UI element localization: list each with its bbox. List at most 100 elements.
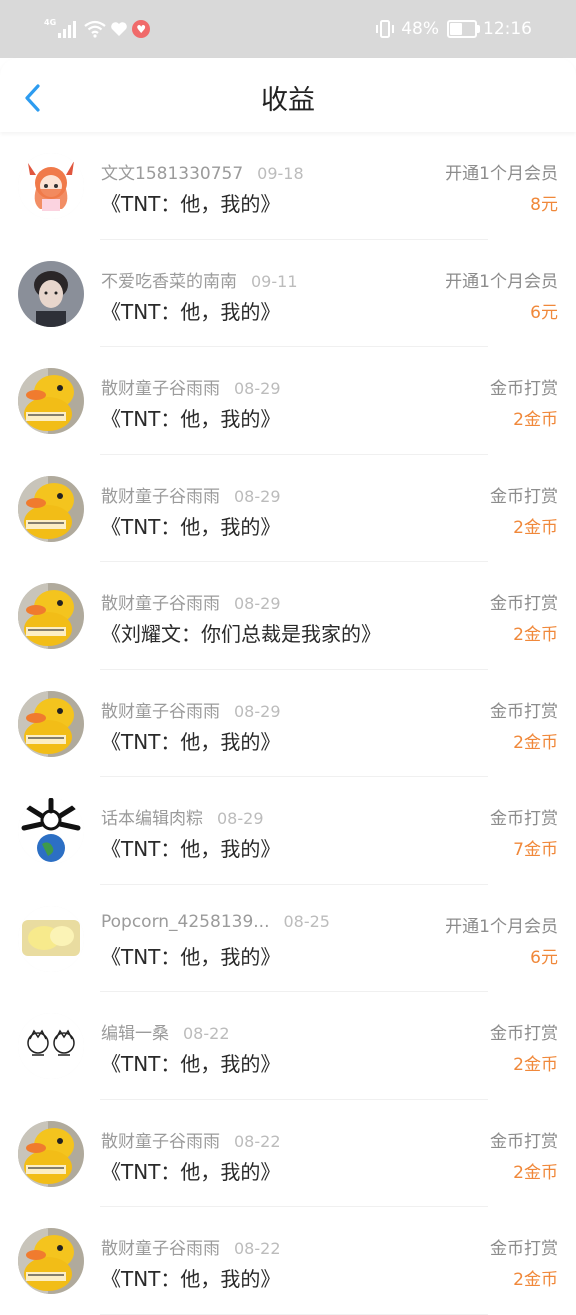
battery-level [450, 23, 463, 35]
signal-icon [58, 21, 77, 38]
work-title: 《刘耀文：你们总裁是我家的》 [101, 622, 381, 646]
earning-amount: 2金币 [513, 410, 558, 430]
earning-amount: 2金币 [513, 1270, 558, 1290]
earning-amount: 2金币 [513, 732, 558, 753]
earning-row[interactable]: 文文1581330757 09-18 《TNT：他，我的》 开通1个月会员 8元 [0, 132, 576, 240]
duck-avatar[interactable] [18, 1120, 84, 1187]
earning-amount: 8元 [530, 195, 558, 215]
user-name: 编辑一桑 08-22 [101, 1019, 230, 1044]
user-name-text: 散财童子谷雨雨 [101, 1239, 220, 1259]
notification-badge-icon: ♥ [132, 20, 151, 38]
earning-type: 金币打赏 [490, 486, 558, 507]
user-name-text: Popcorn_4258139... [101, 911, 270, 932]
anime-girl-avatar[interactable] [18, 153, 84, 219]
date-text: 09-18 [257, 164, 304, 183]
work-title: 《TNT：他，我的》 [101, 299, 281, 324]
earning-row[interactable]: 话本编辑肉粽 08-29 《TNT：他，我的》 金币打赏 7金币 [0, 777, 576, 885]
network-type: 4G [44, 17, 57, 27]
user-name-text: 散财童子谷雨雨 [101, 594, 220, 614]
earning-row[interactable]: Popcorn_4258139... 08-25 《TNT：他，我的》 开通1个月会员… [0, 885, 576, 993]
earning-amount: 2金币 [513, 1055, 558, 1075]
status-bar: 4G ♥ 48% 12:16 [0, 0, 576, 58]
health-icon [111, 22, 127, 36]
battery-percent: 48% [401, 19, 439, 39]
user-name: 散财童子谷雨雨 08-29 [101, 589, 281, 614]
status-left: 4G ♥ [44, 15, 151, 43]
earning-row[interactable]: 散财童子谷雨雨 08-22 《TNT：他，我的》 金币打赏 2金币 [0, 1207, 576, 1315]
date-text: 09-11 [251, 271, 298, 291]
earning-row[interactable]: 散财童子谷雨雨 08-29 《刘耀文：你们总裁是我家的》 金币打赏 2金币 [0, 562, 576, 670]
work-title: 《TNT：他，我的》 [101, 514, 281, 539]
user-name-text: 不爱吃香菜的南南 [101, 271, 237, 292]
duck-avatar[interactable] [18, 690, 84, 757]
user-name: 文文1581330757 09-18 [101, 159, 304, 184]
earning-type: 金币打赏 [490, 594, 558, 614]
earth-avatar[interactable] [18, 798, 84, 864]
date-text: 08-22 [234, 1239, 281, 1258]
user-name: Popcorn_4258139... 08-25 [101, 912, 330, 932]
user-name: 话本编辑肉粽 08-29 [101, 804, 264, 829]
date-text: 08-22 [183, 1024, 230, 1043]
date-text: 08-29 [234, 701, 281, 721]
user-name-text: 文文1581330757 [101, 164, 244, 184]
date-text: 08-29 [234, 486, 281, 506]
earning-amount: 7金币 [513, 840, 558, 860]
work-title: 《TNT：他，我的》 [101, 192, 281, 216]
vibrate-icon [376, 20, 395, 38]
earning-amount: 6元 [530, 947, 558, 968]
user-name-text: 话本编辑肉粽 [101, 809, 203, 829]
earning-row[interactable]: 散财童子谷雨雨 08-29 《TNT：他，我的》 金币打赏 2金币 [0, 347, 576, 455]
work-title: 《TNT：他，我的》 [101, 1159, 281, 1184]
earning-type: 金币打赏 [490, 1131, 558, 1152]
work-title: 《TNT：他，我的》 [101, 1052, 281, 1076]
user-name-text: 散财童子谷雨雨 [101, 379, 220, 399]
earning-type: 金币打赏 [490, 701, 558, 722]
duck-avatar[interactable] [18, 1228, 84, 1294]
work-title: 《TNT：他，我的》 [101, 837, 281, 861]
clock: 12:16 [483, 19, 532, 39]
photo-avatar[interactable] [18, 260, 84, 327]
earnings-list: 文文1581330757 09-18 《TNT：他，我的》 开通1个月会员 8元 不爱吃… [0, 132, 576, 1315]
earning-type: 开通1个月会员 [445, 916, 558, 937]
earning-row[interactable]: 散财童子谷雨雨 08-29 《TNT：他，我的》 金币打赏 2金币 [0, 670, 576, 778]
date-text: 08-29 [217, 809, 264, 828]
earning-type: 金币打赏 [490, 379, 558, 399]
work-title: 《TNT：他，我的》 [101, 407, 281, 431]
user-name: 散财童子谷雨雨 08-22 [101, 1127, 281, 1152]
earning-amount: 6元 [530, 302, 558, 323]
work-title: 《TNT：他，我的》 [101, 944, 281, 969]
earning-row[interactable]: 不爱吃香菜的南南 09-11 《TNT：他，我的》 开通1个月会员 6元 [0, 240, 576, 348]
earning-type: 金币打赏 [490, 1024, 558, 1044]
duck-avatar[interactable] [18, 475, 84, 542]
page-header: 收益 [0, 58, 576, 132]
earning-amount: 2金币 [513, 517, 558, 538]
earning-amount: 2金币 [513, 1162, 558, 1183]
user-name-text: 散财童子谷雨雨 [101, 701, 220, 722]
status-right: 48% 12:16 [375, 15, 532, 43]
battery-icon [447, 20, 480, 38]
user-name-text: 散财童子谷雨雨 [101, 486, 220, 507]
user-name: 散财童子谷雨雨 08-29 [101, 482, 281, 507]
popcorn-avatar[interactable] [18, 905, 84, 972]
date-text: 08-29 [234, 379, 281, 398]
earning-row[interactable]: 散财童子谷雨雨 08-29 《TNT：他，我的》 金币打赏 2金币 [0, 455, 576, 563]
earning-row[interactable]: 编辑一桑 08-22 《TNT：他，我的》 金币打赏 2金币 [0, 992, 576, 1100]
page-title: 收益 [261, 85, 315, 116]
work-title: 《TNT：他，我的》 [101, 1267, 281, 1291]
earning-type: 开通1个月会员 [445, 271, 558, 292]
duck-avatar[interactable] [18, 368, 84, 434]
duck-avatar[interactable] [18, 583, 84, 649]
user-name: 散财童子谷雨雨 08-22 [101, 1234, 281, 1259]
earning-type: 金币打赏 [490, 809, 558, 829]
user-name: 散财童子谷雨雨 08-29 [101, 374, 281, 399]
wifi-icon [84, 20, 106, 38]
earning-type: 金币打赏 [490, 1239, 558, 1259]
work-title: 《TNT：他，我的》 [101, 729, 281, 754]
user-name: 散财童子谷雨雨 08-29 [101, 697, 281, 722]
user-name-text: 编辑一桑 [101, 1024, 169, 1044]
earning-amount: 2金币 [513, 625, 558, 645]
date-text: 08-22 [234, 1131, 281, 1151]
earning-row[interactable]: 散财童子谷雨雨 08-22 《TNT：他，我的》 金币打赏 2金币 [0, 1100, 576, 1208]
sketch-avatar[interactable] [18, 1013, 84, 1079]
user-name: 不爱吃香菜的南南 09-11 [101, 267, 298, 292]
